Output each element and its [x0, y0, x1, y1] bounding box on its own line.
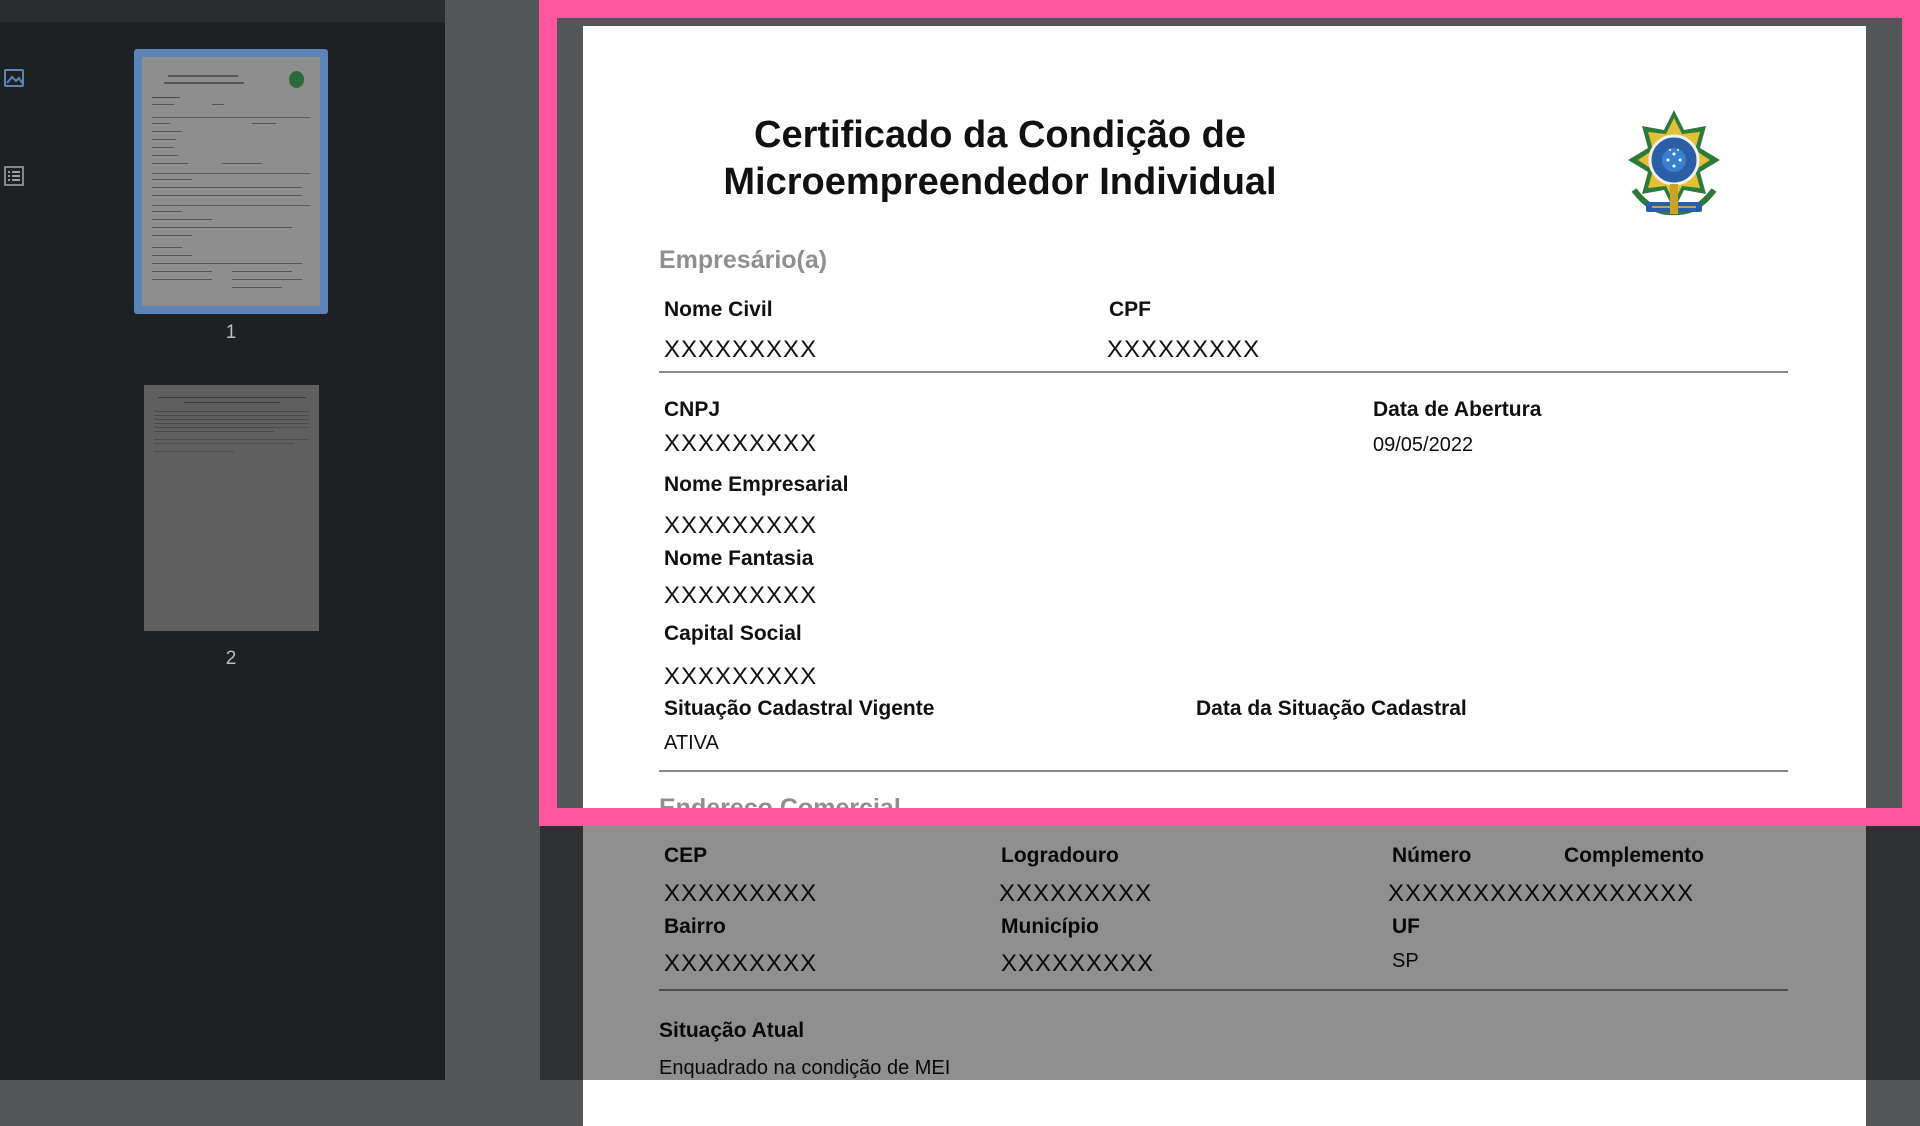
label-cpf: CPF: [1109, 298, 1151, 321]
page-thumbnail-2[interactable]: [144, 385, 319, 631]
thumbnail-text-line: [232, 287, 282, 288]
thumbnail-text-line: [252, 123, 276, 124]
thumbnail-rule: [152, 117, 310, 118]
label-cep: CEP: [664, 844, 708, 867]
thumbnail-text-line: [152, 104, 174, 105]
label-numero: Número: [1392, 844, 1472, 867]
value-bairro: XXXXXXXXX: [664, 950, 818, 977]
thumbnail-text-line: [152, 97, 180, 98]
thumbnail-text-line: [154, 439, 309, 440]
sidebar-rail: [0, 22, 44, 1080]
thumbnail-text-line: [158, 397, 306, 398]
value-logradouro: XXXXXXXXX: [999, 880, 1153, 907]
thumbnail-text-line: [168, 75, 238, 77]
label-capital-social: Capital Social: [664, 622, 802, 645]
thumbnail-text-line: [152, 123, 170, 124]
thumbnail-text-line: [212, 104, 224, 105]
thumbnail-text-line: [152, 155, 178, 156]
value-situacao-cadastral: ATIVA: [664, 732, 719, 754]
value-municipio: XXXXXXXXX: [1001, 950, 1155, 977]
thumbnail-text-line: [152, 147, 174, 148]
section-heading-empresario: Empresário(a): [659, 246, 828, 274]
section-heading-endereco: Endereço Comercial: [659, 794, 901, 822]
thumbnail-page-number: 1: [225, 322, 237, 343]
thumbnail-text-line: [152, 179, 192, 180]
outline-icon[interactable]: [2, 164, 26, 188]
thumbnail-pane: 1 2: [44, 22, 445, 1080]
thumbnail-rule: [152, 173, 310, 174]
value-nome-empresarial: XXXXXXXXX: [664, 512, 818, 539]
thumbnail-text-line: [154, 411, 309, 412]
thumbnail-text-line: [232, 279, 302, 280]
thumbnails-icon[interactable]: [2, 66, 26, 90]
thumbnail-text-line: [152, 279, 212, 280]
thumbnail-text-line: [222, 163, 262, 164]
value-cpf: XXXXXXXXX: [1107, 336, 1261, 363]
label-complemento: Complemento: [1564, 844, 1705, 867]
label-nome-empresarial: Nome Empresarial: [664, 473, 849, 496]
thumbnail-page-preview: [144, 385, 319, 631]
thumbnail-page-number: 2: [225, 648, 237, 669]
thumbnail-text-line: [152, 247, 182, 248]
thumbnail-text-line: [152, 211, 182, 212]
thumbnail-text-line: [152, 271, 212, 272]
thumbnail-text-line: [154, 423, 309, 424]
thumbnail-text-line: [152, 139, 176, 140]
label-situacao-cadastral: Situação Cadastral Vigente: [664, 697, 935, 720]
label-logradouro: Logradouro: [1001, 844, 1119, 867]
label-uf: UF: [1392, 915, 1420, 938]
thumbnail-text-line: [184, 402, 280, 403]
thumbnail-text-line: [152, 227, 292, 228]
document-title-line-2: Microempreendedor Individual: [723, 161, 1277, 203]
thumbnail-text-line: [154, 451, 234, 452]
label-nome-fantasia: Nome Fantasia: [664, 547, 814, 570]
label-data-abertura: Data de Abertura: [1373, 398, 1542, 421]
value-data-abertura: 09/05/2022: [1373, 434, 1474, 456]
thumbnail-text-line: [152, 195, 302, 196]
divider: [659, 989, 1788, 991]
value-capital-social: XXXXXXXXX: [664, 663, 818, 690]
value-situacao-atual: Enquadrado na condição de MEI: [659, 1057, 951, 1079]
thumbnail-text-line: [152, 219, 212, 220]
thumbnail-text-line: [152, 263, 302, 264]
value-nome-civil: XXXXXXXXX: [664, 336, 818, 363]
value-numero: XXXXXXXXXXXXXXXXXX: [1388, 880, 1695, 907]
thumbnail-text-line: [152, 235, 192, 236]
thumbnail-text-line: [152, 163, 188, 164]
thumbnail-text-line: [152, 131, 182, 132]
document-title: Certificado da Condição de Microempreend…: [700, 112, 1300, 206]
thumbnail-text-line: [154, 415, 309, 416]
thumbnail-text-line: [154, 431, 274, 432]
thumbnail-seal: [289, 71, 304, 88]
document-title-line-1: Certificado da Condição de: [754, 114, 1246, 156]
value-uf: SP: [1392, 950, 1419, 972]
label-data-situacao: Data da Situação Cadastral: [1196, 697, 1467, 720]
thumbnail-text-line: [232, 271, 292, 272]
thumbnail-text-line: [152, 255, 192, 256]
label-nome-civil: Nome Civil: [664, 298, 773, 321]
thumbnail-text-line: [154, 419, 309, 420]
value-cep: XXXXXXXXX: [664, 880, 818, 907]
label-cnpj: CNPJ: [664, 398, 721, 421]
page-thumbnail-1[interactable]: [134, 49, 328, 314]
thumbnail-text-line: [164, 82, 244, 84]
label-situacao-atual: Situação Atual: [659, 1019, 805, 1042]
thumbnail-text-line: [154, 427, 309, 428]
thumbnail-page-preview: [142, 57, 320, 306]
value-nome-fantasia: XXXXXXXXX: [664, 582, 818, 609]
thumbnail-rule: [152, 205, 310, 206]
divider: [659, 371, 1788, 373]
divider: [659, 770, 1788, 772]
value-cnpj: XXXXXXXXX: [664, 430, 818, 457]
label-municipio: Município: [1001, 915, 1099, 938]
thumbnail-text-line: [154, 443, 294, 444]
thumbnail-text-line: [152, 187, 302, 188]
coat-of-arms-seal: [1628, 110, 1720, 216]
label-bairro: Bairro: [664, 915, 726, 938]
